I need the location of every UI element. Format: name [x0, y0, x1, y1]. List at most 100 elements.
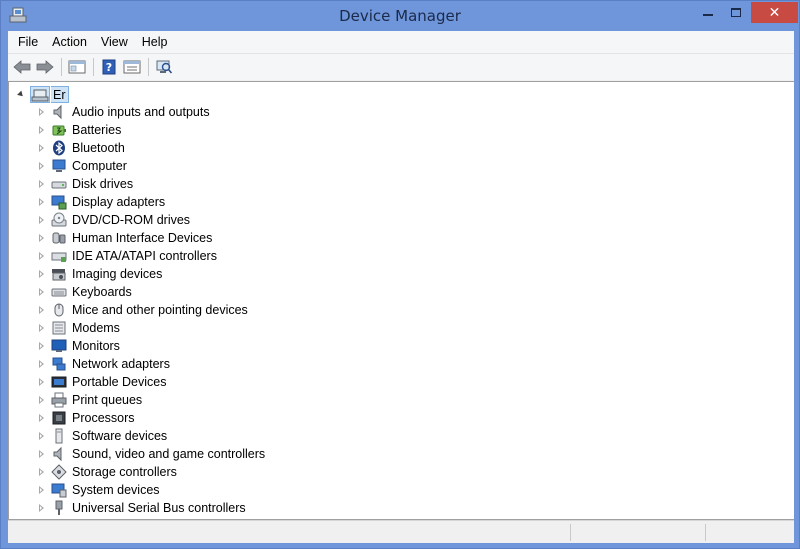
- tree-item-label: Keyboards: [72, 285, 132, 299]
- collapse-arrow-icon[interactable]: [17, 90, 25, 99]
- expand-arrow-icon[interactable]: [39, 234, 44, 242]
- tree-item-label: Imaging devices: [72, 267, 163, 281]
- tree-item-display-adapters[interactable]: Display adapters: [9, 193, 509, 211]
- toolbar-separator: [61, 58, 62, 76]
- title-bar[interactable]: Device Manager ✕: [1, 1, 799, 31]
- expand-arrow-icon[interactable]: [39, 198, 44, 206]
- category-list: Audio inputs and outputs Batteries Bluetoo…: [9, 103, 509, 517]
- expand-arrow-icon[interactable]: [39, 504, 44, 512]
- toolbar-separator: [148, 58, 149, 76]
- expand-arrow-icon[interactable]: [39, 342, 44, 350]
- menu-bar: File Action View Help: [8, 31, 794, 53]
- tree-item-label: System devices: [72, 483, 160, 497]
- tree-item-imaging-devices[interactable]: Imaging devices: [9, 265, 509, 283]
- device-manager-window: Device Manager ✕ File Action View Help ?…: [0, 0, 800, 549]
- expand-arrow-icon[interactable]: [39, 270, 44, 278]
- forward-button[interactable]: [34, 56, 56, 78]
- device-tree[interactable]: Er Audio inputs and outputs Batteries Blue…: [8, 81, 794, 520]
- minimize-icon: [703, 14, 713, 16]
- help-icon: ?: [102, 59, 116, 75]
- maximize-icon: [731, 7, 741, 17]
- close-button[interactable]: ✕: [751, 2, 798, 23]
- menu-help[interactable]: Help: [135, 31, 175, 53]
- modem-icon: [52, 321, 66, 335]
- keyboard-icon: [51, 288, 67, 297]
- tree-item-system-devices[interactable]: System devices: [9, 481, 509, 499]
- maximize-button[interactable]: [722, 2, 750, 22]
- back-button[interactable]: [11, 56, 33, 78]
- tree-item-human-interface-devices[interactable]: Human Interface Devices: [9, 229, 509, 247]
- expand-arrow-icon[interactable]: [39, 396, 44, 404]
- minimize-button[interactable]: [694, 2, 722, 22]
- expand-arrow-icon[interactable]: [39, 432, 44, 440]
- menu-file[interactable]: File: [8, 31, 45, 53]
- portable-device-icon: [51, 376, 67, 388]
- tree-item-storage-controllers[interactable]: Storage controllers: [9, 463, 509, 481]
- tree-item-universal-serial-bus-controllers[interactable]: Universal Serial Bus controllers: [9, 499, 509, 517]
- expand-arrow-icon[interactable]: [39, 252, 44, 260]
- tree-item-label: Batteries: [72, 123, 122, 137]
- tree-item-label: Storage controllers: [72, 465, 177, 479]
- tree-item-modems[interactable]: Modems: [9, 319, 509, 337]
- tree-item-audio-inputs-and-outputs[interactable]: Audio inputs and outputs: [9, 103, 509, 121]
- dvd-drive-icon: [51, 212, 67, 227]
- menu-action[interactable]: Action: [45, 31, 94, 53]
- monitor-icon: [51, 339, 67, 352]
- tree-item-batteries[interactable]: Batteries: [9, 121, 509, 139]
- tree-item-software-devices[interactable]: Software devices: [9, 427, 509, 445]
- display-adapter-icon: [51, 195, 67, 210]
- expand-arrow-icon[interactable]: [39, 180, 44, 188]
- forward-arrow-icon: [36, 60, 54, 74]
- tree-item-disk-drives[interactable]: Disk drives: [9, 175, 509, 193]
- expand-arrow-icon[interactable]: [39, 414, 44, 422]
- tree-item-computer[interactable]: Computer: [9, 157, 509, 175]
- client-area: File Action View Help ? Er Audio inputs …: [8, 31, 794, 543]
- tree-item-mice-and-other-pointing-devices[interactable]: Mice and other pointing devices: [9, 301, 509, 319]
- tree-item-sound-video-and-game-controllers[interactable]: Sound, video and game controllers: [9, 445, 509, 463]
- printer-icon: [51, 392, 67, 408]
- expand-arrow-icon[interactable]: [39, 306, 44, 314]
- tree-item-keyboards[interactable]: Keyboards: [9, 283, 509, 301]
- status-separator: [705, 524, 706, 541]
- tree-item-label: Disk drives: [72, 177, 134, 191]
- tree-item-label: Universal Serial Bus controllers: [72, 501, 246, 515]
- expand-arrow-icon[interactable]: [39, 144, 44, 152]
- scan-hardware-changes-icon: [156, 60, 173, 74]
- tree-item-bluetooth[interactable]: Bluetooth: [9, 139, 509, 157]
- tree-item-monitors[interactable]: Monitors: [9, 337, 509, 355]
- tree-item-label: Processors: [72, 411, 135, 425]
- expand-arrow-icon[interactable]: [39, 162, 44, 170]
- expand-arrow-icon[interactable]: [39, 108, 44, 116]
- mouse-icon: [54, 303, 64, 317]
- sound-controller-icon: [53, 446, 62, 462]
- tree-item-ide-ata-atapi-controllers[interactable]: IDE ATA/ATAPI controllers: [9, 247, 509, 265]
- ide-controller-icon: [51, 252, 67, 262]
- expand-arrow-icon[interactable]: [39, 324, 44, 332]
- system-device-icon: [51, 483, 67, 498]
- expand-arrow-icon[interactable]: [39, 468, 44, 476]
- expand-arrow-icon[interactable]: [39, 216, 44, 224]
- tree-item-label: Software devices: [72, 429, 168, 443]
- expand-arrow-icon[interactable]: [39, 126, 44, 134]
- tree-item-portable-devices[interactable]: Portable Devices: [9, 373, 509, 391]
- tree-item-print-queues[interactable]: Print queues: [9, 391, 509, 409]
- show-hide-console-tree-button[interactable]: [66, 56, 88, 78]
- scan-hardware-changes-button[interactable]: [153, 56, 175, 78]
- expand-arrow-icon[interactable]: [39, 486, 44, 494]
- tree-item-processors[interactable]: Processors: [9, 409, 509, 427]
- processor-icon: [52, 411, 66, 425]
- tree-item-label: Sound, video and game controllers: [72, 447, 266, 461]
- tree-item-network-adapters[interactable]: Network adapters: [9, 355, 509, 373]
- help-button[interactable]: ?: [98, 56, 120, 78]
- menu-view[interactable]: View: [94, 31, 135, 53]
- usb-icon: [55, 500, 63, 515]
- toolbar-separator: [93, 58, 94, 76]
- expand-arrow-icon[interactable]: [39, 360, 44, 368]
- expand-arrow-icon[interactable]: [39, 288, 44, 296]
- tree-item-dvd-cd-rom-drives[interactable]: DVD/CD-ROM drives: [9, 211, 509, 229]
- properties-button[interactable]: [121, 56, 143, 78]
- expand-arrow-icon[interactable]: [39, 378, 44, 386]
- expand-arrow-icon[interactable]: [39, 450, 44, 458]
- speaker-icon: [53, 104, 62, 120]
- window-title: Device Manager: [339, 7, 461, 25]
